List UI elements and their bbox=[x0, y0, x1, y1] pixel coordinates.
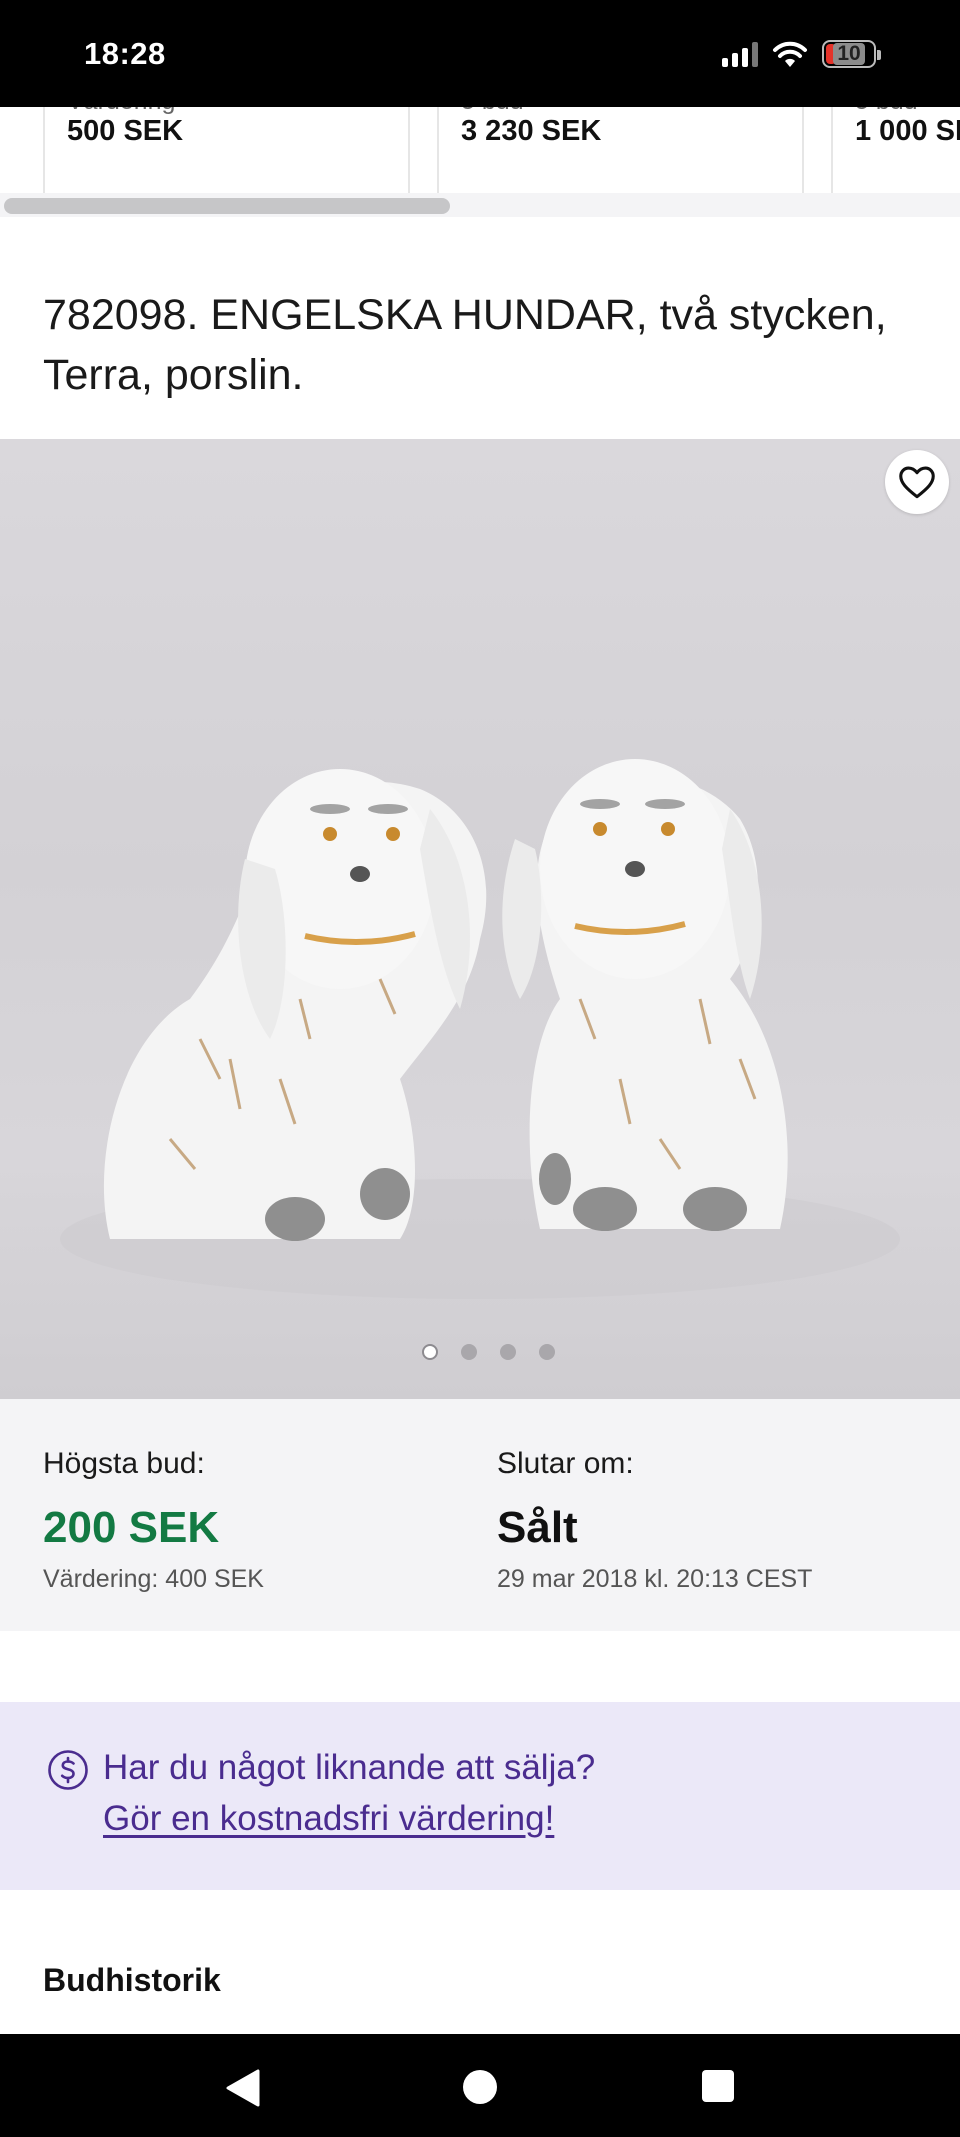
carousel-scrollbar-thumb[interactable] bbox=[4, 198, 450, 214]
back-icon[interactable] bbox=[224, 2068, 262, 2108]
ends-block: Slutar om: Sålt 29 mar 2018 kl. 20:13 CE… bbox=[497, 1447, 812, 1594]
status-icons: 10 bbox=[722, 38, 881, 70]
end-date: 29 mar 2018 kl. 20:13 CEST bbox=[497, 1565, 813, 1593]
carousel-scrollbar[interactable] bbox=[0, 198, 960, 216]
similar-item-value: 3 230 SEK bbox=[461, 115, 602, 147]
dollar-circle-icon bbox=[48, 1750, 88, 1790]
sell-banner: Har du något liknande att sälja? Gör en … bbox=[0, 1702, 960, 1890]
system-nav-bar bbox=[0, 2034, 960, 2137]
home-icon[interactable] bbox=[461, 2068, 499, 2106]
battery-level: 10 bbox=[833, 43, 865, 65]
wifi-icon bbox=[773, 41, 807, 67]
lot-image-gallery[interactable] bbox=[0, 439, 960, 1399]
highest-bid-block: Högsta bud: 200 SEK Värdering: 400 SEK bbox=[43, 1447, 264, 1594]
estimate-text: Värdering: 400 SEK bbox=[43, 1565, 264, 1593]
battery-icon: 10 bbox=[822, 40, 881, 68]
similar-item-value: 1 000 SEK bbox=[855, 115, 960, 147]
bid-history-heading: Budhistorik bbox=[43, 1962, 221, 1998]
gallery-dot-3[interactable] bbox=[499, 1344, 516, 1360]
status-bar: 18:28 10 bbox=[0, 0, 960, 107]
heart-outline-icon bbox=[899, 466, 935, 499]
free-valuation-link[interactable]: Gör en kostnadsfri värdering! bbox=[103, 1799, 554, 1839]
status-time: 18:28 bbox=[84, 36, 166, 71]
favorite-button[interactable] bbox=[885, 450, 949, 514]
gallery-dot-2[interactable] bbox=[460, 1344, 477, 1360]
sell-question: Har du något liknande att sälja? bbox=[103, 1748, 596, 1787]
highest-bid-label: Högsta bud: bbox=[43, 1447, 205, 1480]
signal-icon bbox=[722, 41, 758, 67]
highest-bid-value: 200 SEK bbox=[43, 1503, 220, 1552]
recents-icon[interactable] bbox=[700, 2068, 736, 2104]
ends-label: Slutar om: bbox=[497, 1447, 634, 1480]
gallery-dot-1[interactable] bbox=[421, 1344, 438, 1360]
similar-item-value: 500 SEK bbox=[67, 115, 184, 147]
gallery-pagination bbox=[0, 1344, 960, 1360]
lot-photo bbox=[60, 759, 900, 1299]
lot-title: 782098. ENGELSKA HUNDAR, två stycken, Te… bbox=[43, 291, 887, 399]
ends-value: Sålt bbox=[497, 1503, 578, 1552]
bid-info-panel: Högsta bud: 200 SEK Värdering: 400 SEK S… bbox=[0, 1399, 960, 1631]
gallery-dot-4[interactable] bbox=[538, 1344, 555, 1360]
